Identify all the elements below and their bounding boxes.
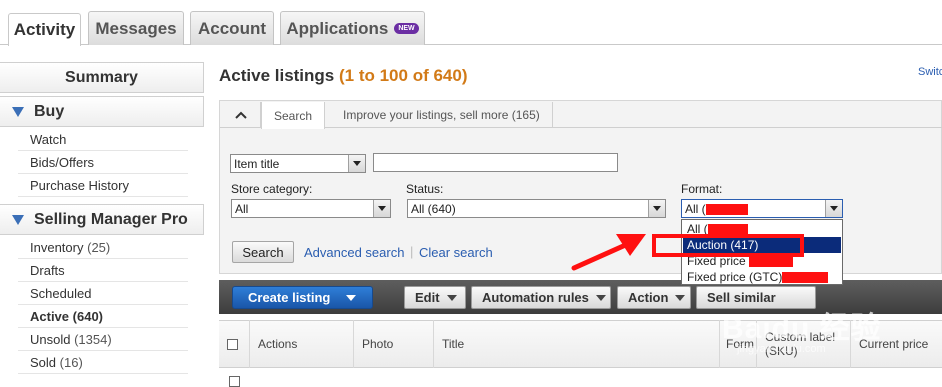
sidebar-section-buy[interactable]: Buy <box>0 96 204 127</box>
select-all-checkbox[interactable] <box>227 338 238 350</box>
status-select[interactable]: All (640) <box>407 199 666 218</box>
sidebar-item-watch[interactable]: Watch <box>18 128 188 151</box>
redaction-mark <box>782 272 829 284</box>
sidebar-item-count: (640) <box>72 309 104 324</box>
redaction-mark <box>705 204 748 216</box>
sidebar-item-label: Drafts <box>30 263 65 278</box>
format-label: Format: <box>681 182 723 196</box>
store-category-select[interactable]: All <box>231 199 391 218</box>
action-button[interactable]: Action <box>617 286 691 309</box>
sidebar-item-unsold[interactable]: Unsold (1354) <box>18 328 188 351</box>
caret-down-icon <box>346 294 357 301</box>
tab-applications-label: Applications <box>286 18 389 38</box>
automation-rules-button[interactable]: Automation rules <box>471 286 611 309</box>
baidu-watermark-url: jingyan.baidu.com <box>737 343 826 355</box>
format-option-fixed-price[interactable]: Fixed price <box>683 253 841 269</box>
create-listing-label: Create listing <box>248 290 331 305</box>
search-subtab-bar <box>220 101 942 128</box>
keyword-type-select[interactable]: Item title <box>230 154 366 173</box>
sidebar-item-count: (25) <box>87 240 111 255</box>
option-label: Fixed price <box>687 254 746 268</box>
dropdown-arrow-icon <box>348 155 365 172</box>
sidebar-summary[interactable]: Summary <box>0 62 204 93</box>
sidebar-buy-title: Buy <box>34 102 65 120</box>
sidebar-summary-label: Summary <box>65 68 138 86</box>
sidebar-item-label: Inventory <box>30 240 84 255</box>
dropdown-arrow-icon <box>648 200 665 217</box>
dropdown-arrow-icon <box>373 200 390 217</box>
caret-down-icon <box>675 294 686 301</box>
store-category-label: Store category: <box>231 182 313 196</box>
sidebar-item-purchase-history[interactable]: Purchase History <box>18 174 188 197</box>
sidebar-item-label: Active <box>30 309 70 324</box>
sidebar-item-bids-offers[interactable]: Bids/Offers <box>18 151 188 174</box>
tab-messages[interactable]: Messages <box>88 11 184 45</box>
page-title-text: Active listings <box>219 66 335 85</box>
edit-label: Edit <box>415 290 440 305</box>
status-label: Status: <box>406 182 444 196</box>
create-listing-button[interactable]: Create listing <box>232 286 373 309</box>
option-label: Fixed price (GTC) <box>687 270 783 284</box>
format-select[interactable]: All ( <box>681 199 843 218</box>
link-separator: | <box>410 244 414 259</box>
sidebar-item-scheduled[interactable]: Scheduled <box>18 282 188 305</box>
sidebar-item-label: Unsold <box>30 332 71 347</box>
edit-button[interactable]: Edit <box>404 286 466 309</box>
listing-range: (1 to 100 of 640) <box>339 66 468 85</box>
sidebar-item-label: Scheduled <box>30 286 92 301</box>
col-title[interactable]: Title <box>433 320 719 368</box>
store-category-value: All <box>235 202 249 216</box>
sidebar-item-sold[interactable]: Sold (16) <box>18 351 188 374</box>
status-value: All (640) <box>411 202 456 216</box>
subtab-improve-listings[interactable]: Improve your listings, sell more (165) <box>331 102 553 128</box>
tab-account[interactable]: Account <box>190 11 274 45</box>
sidebar-item-active[interactable]: Active (640) <box>18 305 188 328</box>
baidu-watermark: Baidu 经验 <box>722 312 882 345</box>
caret-down-icon <box>446 294 457 301</box>
automation-rules-label: Automation rules <box>482 290 589 305</box>
col-photo: Photo <box>353 320 433 368</box>
clear-search-link[interactable]: Clear search <box>419 245 493 260</box>
sidebar-item-drafts[interactable]: Drafts <box>18 259 188 282</box>
format-value: All ( <box>685 202 706 216</box>
new-badge: NEW <box>394 23 419 34</box>
subtab-search[interactable]: Search <box>261 102 326 129</box>
advanced-search-link[interactable]: Advanced search <box>304 245 404 260</box>
redaction-mark <box>707 224 748 236</box>
chevron-up-icon <box>234 111 247 119</box>
sidebar-item-inventory[interactable]: Inventory (25) <box>18 236 188 259</box>
sidebar-item-count: (16) <box>59 355 83 370</box>
select-all-header[interactable] <box>219 320 249 368</box>
col-actions: Actions <box>249 320 353 368</box>
tab-applications[interactable]: Applications NEW <box>280 11 425 45</box>
row-checkbox[interactable] <box>229 376 240 387</box>
sidebar-item-count: (1354) <box>74 332 112 347</box>
collapse-panel-button[interactable] <box>221 102 261 128</box>
option-label: Auction (417) <box>687 238 759 252</box>
format-option-fixed-price-gtc[interactable]: Fixed price (GTC) <box>683 269 841 285</box>
option-label: All ( <box>687 222 708 236</box>
search-button[interactable]: Search <box>232 241 294 263</box>
expand-triangle-icon <box>12 106 24 117</box>
redaction-mark <box>749 256 794 268</box>
sidebar-smp-title: Selling Manager Pro <box>34 210 188 228</box>
action-label: Action <box>628 290 669 305</box>
sidebar-section-selling-manager-pro[interactable]: Selling Manager Pro <box>0 204 204 235</box>
format-option-auction[interactable]: Auction (417) <box>683 237 841 253</box>
format-dropdown-list[interactable]: All ( Auction (417) Fixed price Fixed pr… <box>681 219 843 285</box>
tab-activity[interactable]: Activity <box>8 13 81 46</box>
switch-view-link[interactable]: Switc <box>918 66 942 78</box>
format-option-all[interactable]: All ( <box>683 221 841 237</box>
page-title: Active listings (1 to 100 of 640) <box>219 66 468 86</box>
sidebar-item-label: Sold <box>30 355 57 370</box>
dropdown-arrow-icon <box>825 200 842 217</box>
table-row[interactable] <box>219 368 942 387</box>
keyword-type-value: Item title <box>234 157 280 171</box>
expand-triangle-icon <box>12 214 24 225</box>
caret-down-icon <box>595 294 606 301</box>
keyword-input[interactable] <box>373 153 618 172</box>
